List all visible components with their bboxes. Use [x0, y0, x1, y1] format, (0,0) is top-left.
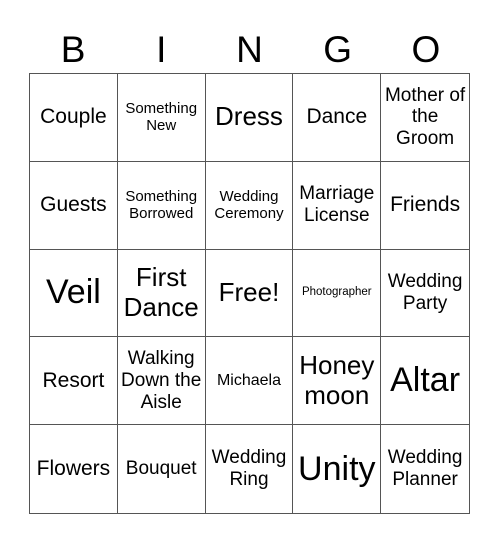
bingo-cell[interactable]: Altar [381, 337, 469, 426]
bingo-cell[interactable]: Wedding Ceremony [205, 161, 294, 250]
bingo-cell[interactable]: Michaela [205, 337, 294, 426]
cell-label: Flowers [36, 457, 111, 481]
cell-label: Bouquet [125, 458, 197, 480]
cell-label: Honey moon [299, 349, 375, 410]
bingo-cell[interactable]: Walking Down the Aisle [117, 337, 206, 426]
bingo-header: B I N G O [29, 28, 470, 72]
cell-label: Walking Down the Aisle [121, 348, 202, 413]
cell-label: Dance [306, 105, 368, 129]
bingo-cell[interactable]: Guests [30, 161, 118, 250]
bingo-cell[interactable]: Honey moon [293, 337, 382, 426]
cell-label: Free! [218, 277, 280, 308]
bingo-cell[interactable]: Wedding Ring [206, 425, 294, 513]
bingo-grid: Couple Something New Dress Dance Mother of t… [29, 73, 470, 514]
cell-label: Veil [45, 273, 101, 312]
bingo-cell[interactable]: Couple [30, 74, 118, 162]
cell-label: Photographer [301, 286, 372, 299]
cell-label: Resort [42, 368, 105, 392]
header-letter-g: G [323, 29, 353, 70]
bingo-cell[interactable]: Resort [30, 337, 118, 426]
bingo-cell[interactable]: Photographer [293, 249, 382, 338]
cell-label: Marriage License [299, 183, 375, 227]
bingo-cell[interactable]: Mother of the Groom [381, 74, 469, 162]
bingo-cell[interactable]: Flowers [30, 425, 118, 513]
bingo-cell[interactable]: Marriage License [293, 161, 382, 250]
cell-label: Wedding Ceremony [214, 187, 284, 223]
header-letter-i: I [156, 29, 167, 70]
cell-label: Something Borrowed [125, 187, 198, 223]
bingo-cell[interactable]: Veil [30, 249, 118, 338]
bingo-cell[interactable]: Wedding Planner [381, 425, 469, 513]
header-letter-o: O [411, 29, 441, 70]
cell-label: Dress [215, 101, 283, 132]
cell-label: Wedding Ring [211, 447, 287, 491]
cell-label: Friends [390, 193, 461, 217]
cell-label: Altar [390, 361, 461, 400]
cell-label: Unity [298, 449, 376, 488]
bingo-cell[interactable]: Something New [117, 74, 206, 162]
cell-label: Wedding Planner [387, 447, 463, 491]
cell-label: Something New [125, 100, 198, 135]
cell-label: Wedding Party [387, 271, 463, 314]
free-space-cell[interactable]: Free! [205, 249, 294, 338]
cell-label: Guests [40, 193, 107, 217]
cell-label: Michaela [216, 371, 281, 389]
bingo-cell[interactable]: Wedding Party [381, 250, 469, 338]
bingo-cell[interactable]: Bouquet [118, 425, 206, 513]
header-letter-b: B [60, 29, 86, 70]
bingo-cell[interactable]: Unity [293, 425, 382, 513]
bingo-cell[interactable]: Dress [205, 74, 294, 162]
bingo-cell[interactable]: Friends [381, 162, 469, 250]
bingo-cell[interactable]: First Dance [117, 249, 206, 338]
bingo-cell[interactable]: Something Borrowed [117, 161, 206, 250]
cell-label: Mother of the Groom [384, 84, 466, 150]
header-letter-n: N [236, 29, 263, 70]
cell-label: First Dance [123, 262, 199, 322]
bingo-cell[interactable]: Dance [293, 74, 382, 162]
cell-label: Couple [40, 105, 107, 129]
